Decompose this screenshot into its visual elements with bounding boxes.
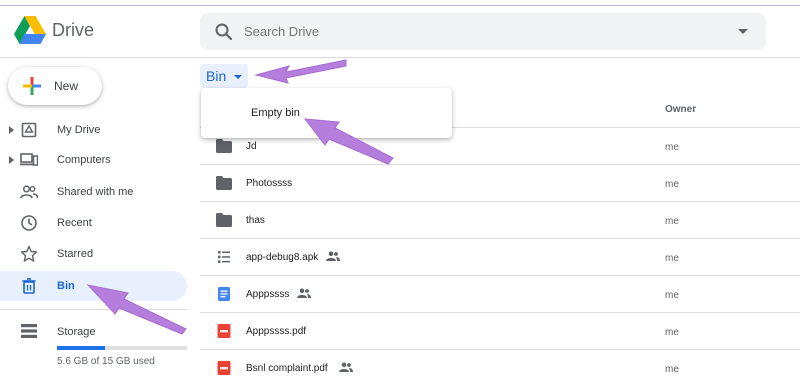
file-owner: me	[665, 253, 679, 264]
file-name: Bsnl complaint.pdf	[246, 363, 328, 374]
table-row[interactable]: app-debug8.apk me	[200, 239, 800, 276]
annotation-arrow-to-bin-chip	[254, 59, 347, 84]
folder-icon	[216, 176, 232, 190]
sidebar-item-label: My Drive	[57, 124, 101, 136]
brand-title: Drive	[52, 20, 95, 40]
storage-label[interactable]: Storage	[57, 326, 96, 338]
sidebar-divider	[0, 309, 187, 310]
location-label: Bin	[206, 68, 227, 84]
docs-icon	[218, 287, 230, 301]
file-name: app-debug8.apk	[246, 252, 319, 263]
plus-icon	[23, 77, 41, 95]
menu-item-empty-bin[interactable]: Empty bin	[201, 98, 452, 128]
bin-context-menu: Empty bin	[201, 88, 452, 138]
shared-people-icon	[339, 362, 353, 372]
shared-people-icon	[326, 251, 340, 261]
table-row[interactable]: thas me	[200, 202, 800, 239]
sidebar-item-my-drive[interactable]: My Drive	[0, 115, 187, 145]
search-input[interactable]	[244, 13, 724, 50]
shared-people-icon	[297, 288, 311, 298]
drive-logo-icon[interactable]	[14, 16, 46, 44]
clock-icon	[21, 215, 37, 231]
storage-usage-bar	[57, 346, 187, 350]
storage-usage-text: 5.6 GB of 15 GB used	[57, 356, 155, 367]
table-row[interactable]: Photossss me	[200, 165, 800, 202]
pdf-icon	[217, 324, 231, 338]
sidebar-item-label: Bin	[57, 280, 75, 292]
search-bar[interactable]	[200, 13, 766, 50]
sidebar-item-label: Recent	[57, 217, 92, 229]
table-row[interactable]: Apppssss.pdf me	[200, 313, 800, 350]
header-divider	[0, 57, 800, 58]
folder-icon	[216, 139, 232, 153]
expand-arrow-icon[interactable]	[9, 156, 14, 164]
file-name: Photossss	[246, 178, 293, 189]
drive-icon	[21, 122, 37, 138]
file-owner: me	[665, 327, 679, 338]
top-border	[0, 0, 800, 6]
folder-icon	[216, 213, 232, 227]
sidebar-item-computers[interactable]: Computers	[0, 145, 187, 175]
location-dropdown-button[interactable]: Bin	[200, 64, 248, 88]
sidebar-item-shared-with-me[interactable]: Shared with me	[0, 177, 187, 207]
expand-arrow-icon[interactable]	[9, 126, 14, 134]
file-name: Jd	[246, 141, 257, 152]
storage-usage-fill	[57, 346, 106, 350]
file-name: Apppssss	[246, 289, 290, 300]
file-owner: me	[665, 290, 679, 301]
chevron-down-icon	[234, 75, 242, 79]
owner-column-header[interactable]: Owner	[665, 104, 696, 115]
file-name: Apppssss.pdf	[246, 326, 307, 337]
file-owner: me	[665, 364, 679, 375]
file-owner: me	[665, 216, 679, 227]
file-name: thas	[246, 215, 265, 226]
file-owner: me	[665, 142, 679, 153]
storage-icon	[21, 324, 37, 338]
new-button-label: New	[54, 79, 79, 93]
computers-icon	[20, 153, 38, 166]
trash-icon	[22, 278, 36, 294]
sidebar-item-label: Shared with me	[57, 186, 134, 198]
search-icon[interactable]	[214, 22, 234, 42]
star-icon	[20, 245, 38, 262]
sidebar-item-label: Computers	[57, 154, 111, 166]
sidebar-item-starred[interactable]: Starred	[0, 239, 187, 269]
file-owner: me	[665, 179, 679, 190]
sidebar-item-label: Starred	[57, 248, 94, 260]
people-icon	[20, 185, 38, 199]
new-button[interactable]: New	[8, 67, 102, 105]
table-row[interactable]: Bsnl complaint.pdf me	[200, 350, 800, 387]
apk-icon	[218, 251, 230, 263]
menu-item-label: Empty bin	[251, 107, 300, 119]
sidebar-item-bin[interactable]: Bin	[0, 271, 187, 301]
pdf-icon	[217, 361, 231, 375]
table-row[interactable]: Apppssss me	[200, 276, 800, 313]
sidebar-item-recent[interactable]: Recent	[0, 208, 187, 238]
search-options-chevron-down-icon[interactable]	[738, 29, 748, 34]
